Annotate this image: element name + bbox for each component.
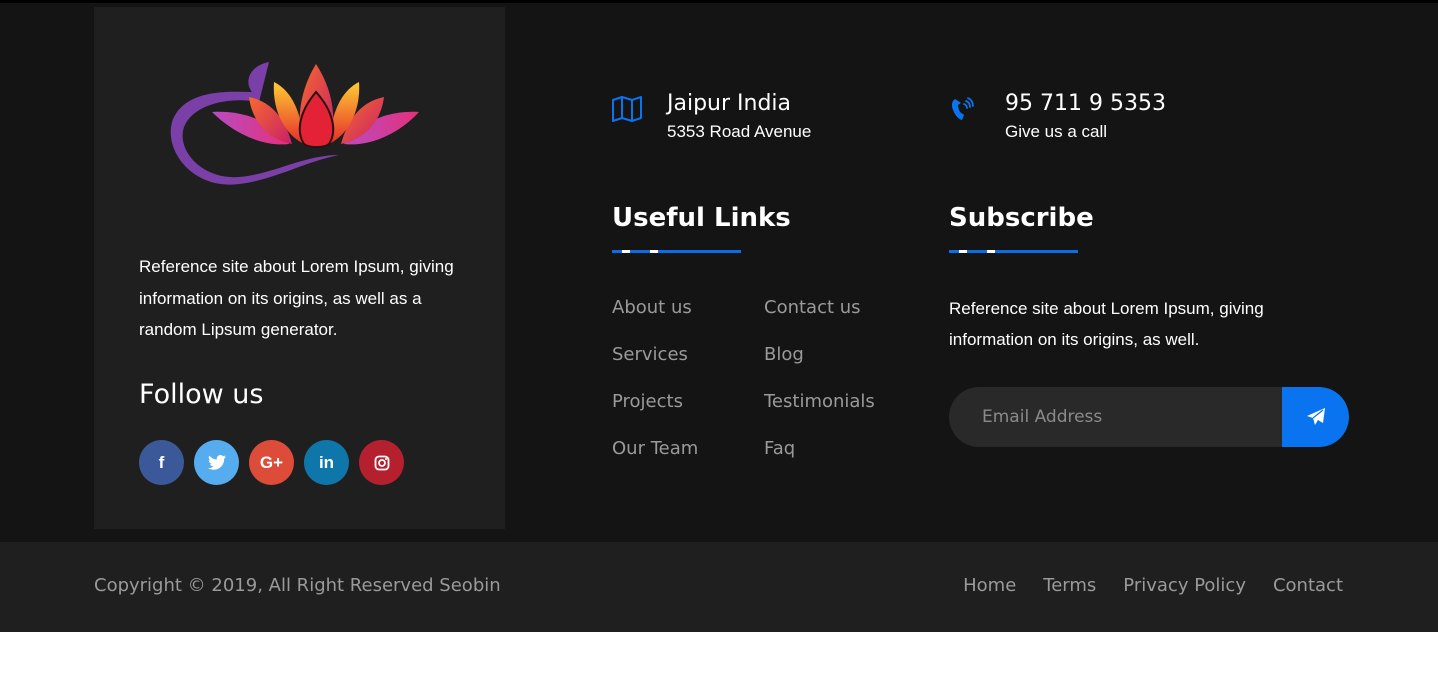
phone-icon — [949, 91, 1005, 131]
subscribe-text: Reference site about Lorem Ipsum, giving… — [949, 299, 1264, 349]
twitter-icon[interactable] — [194, 440, 239, 485]
useful-links-title: Useful Links — [612, 203, 791, 233]
link-about-us[interactable]: About us — [612, 295, 764, 321]
facebook-icon[interactable]: f — [139, 440, 184, 485]
about-column: Reference site about Lorem Ipsum, giving… — [94, 7, 505, 529]
nav-contact[interactable]: Contact — [1273, 575, 1343, 596]
map-icon — [611, 91, 667, 131]
footer-top: Reference site about Lorem Ipsum, giving… — [0, 0, 1438, 542]
nav-home[interactable]: Home — [963, 575, 1016, 596]
address-sub: 5353 Road Avenue — [667, 122, 812, 141]
useful-links-list: About us Contact us Services Blog Projec… — [612, 295, 914, 462]
send-button[interactable] — [1282, 387, 1349, 447]
title-underline — [949, 250, 1078, 253]
link-our-team[interactable]: Our Team — [612, 436, 764, 462]
phone-title: 95 711 9 5353 — [1005, 91, 1166, 116]
link-testimonials[interactable]: Testimonials — [764, 389, 914, 415]
instagram-icon[interactable] — [359, 440, 404, 485]
social-links: f G+ in — [139, 440, 404, 485]
phone-contact: 95 711 9 5353 Give us a call — [949, 91, 1166, 145]
link-faq[interactable]: Faq — [764, 436, 914, 462]
email-input[interactable] — [949, 387, 1282, 447]
link-blog[interactable]: Blog — [764, 342, 914, 368]
follow-us-title: Follow us — [139, 379, 264, 410]
nav-privacy-policy[interactable]: Privacy Policy — [1123, 575, 1246, 596]
nav-terms[interactable]: Terms — [1043, 575, 1096, 596]
linkedin-icon[interactable]: in — [304, 440, 349, 485]
paper-plane-icon — [1306, 408, 1325, 425]
phone-sub: Give us a call — [1005, 122, 1108, 141]
subscribe-title: Subscribe — [949, 203, 1094, 233]
google-plus-icon[interactable]: G+ — [249, 440, 294, 485]
address-contact: Jaipur India 5353 Road Avenue — [611, 91, 811, 145]
bottom-nav: Home Terms Privacy Policy Contact — [963, 575, 1343, 596]
copyright-text: Copyright © 2019, All Right Reserved Seo… — [94, 575, 501, 596]
title-underline — [612, 250, 741, 253]
address-title: Jaipur India — [667, 91, 792, 116]
link-projects[interactable]: Projects — [612, 389, 764, 415]
footer-bottom: Copyright © 2019, All Right Reserved Seo… — [0, 542, 1438, 632]
link-services[interactable]: Services — [612, 342, 764, 368]
about-text: Reference site about Lorem Ipsum, giving… — [139, 257, 454, 339]
subscribe-form — [949, 387, 1349, 447]
link-contact-us[interactable]: Contact us — [764, 295, 914, 321]
lotus-logo[interactable] — [164, 52, 424, 192]
